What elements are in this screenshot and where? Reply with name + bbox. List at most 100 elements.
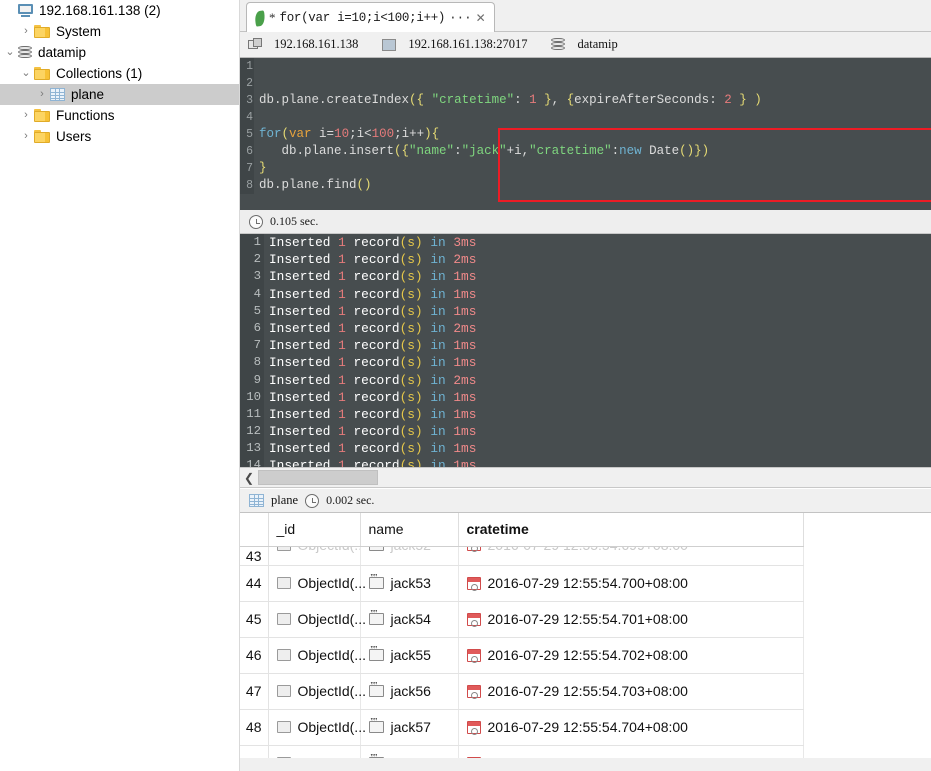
- string-type-icon: [368, 546, 384, 551]
- cell-value: jack52: [391, 546, 431, 553]
- output-token: [346, 458, 354, 467]
- close-icon[interactable]: ✕: [476, 11, 486, 25]
- output-line-text: Inserted 1 record(s) in 3ms: [264, 234, 476, 251]
- output-line-number: 8: [240, 354, 264, 372]
- table-cell-id[interactable]: ObjectId(...: [268, 601, 366, 638]
- table-cell-name[interactable]: jack57: [360, 709, 459, 746]
- output-token: (s): [399, 372, 423, 388]
- output-token: 2ms: [453, 372, 477, 388]
- tab-query-script[interactable]: * for(var i=10;i<100;i++) ··· ✕: [246, 2, 495, 33]
- output-token: record: [353, 355, 400, 371]
- horizontal-scrollbar[interactable]: ❮: [240, 467, 931, 488]
- scroll-left-icon[interactable]: ❮: [240, 471, 258, 485]
- cell-value: ObjectId(...: [297, 575, 366, 591]
- output-line: 11 Inserted 1 record(s) in 1ms: [240, 405, 931, 424]
- table-row[interactable]: 45 ObjectId(... jack54 2016-07-29 12:55:54.…: [240, 601, 804, 638]
- chevron-right-icon[interactable]: ›: [18, 110, 34, 121]
- code-token: ;i++: [394, 127, 425, 141]
- tree-item-plane[interactable]: › plane: [0, 84, 239, 105]
- tree-item-label: System: [56, 24, 102, 39]
- cell-value: jack54: [390, 611, 431, 627]
- connection-database-label[interactable]: datamip: [577, 37, 617, 52]
- editor-lines: 1 2 3 db.plane.createIndex({ "cratetime": 1…: [240, 58, 931, 194]
- table-cell-name[interactable]: jack55: [360, 637, 459, 674]
- code-token: ({: [409, 93, 425, 107]
- script-editor[interactable]: 1 2 3 db.plane.createIndex({ "cratetime": 1…: [240, 58, 931, 210]
- table-cell-name[interactable]: jack52: [360, 546, 459, 566]
- code-token: (: [281, 127, 290, 141]
- code-token: ,: [551, 93, 567, 107]
- output-token: (s): [399, 235, 423, 250]
- table-cell-id[interactable]: ObjectId(...: [268, 565, 366, 602]
- table-cell-id[interactable]: ObjectId(...: [268, 709, 366, 746]
- output-token: Inserted: [269, 406, 331, 422]
- output-token: 1: [338, 389, 346, 405]
- chevron-right-icon[interactable]: ›: [34, 89, 50, 100]
- result-collection-name: plane: [271, 493, 299, 507]
- output-token: record: [353, 320, 400, 336]
- chevron-down-icon[interactable]: ⌄: [18, 68, 34, 79]
- table-cell-cratetime[interactable]: 2016-07-29 12:55:54.702+08:00: [458, 637, 804, 674]
- tree-item-192-168-161-138-2[interactable]: 192.168.161.138 (2): [0, 0, 239, 21]
- table-header-id[interactable]: _id: [268, 513, 361, 547]
- table-row[interactable]: 48 ObjectId(... jack57 2016-07-29 12:55:54.…: [240, 709, 804, 746]
- connection-server-label[interactable]: 192.168.161.138: [274, 37, 358, 52]
- code-token: :: [611, 144, 620, 158]
- tree-item-label: Collections (1): [56, 66, 143, 81]
- output-token: [330, 269, 338, 284]
- editor-line-code: [254, 75, 259, 92]
- table-cell-id[interactable]: ObjectId(...: [268, 546, 361, 566]
- table-row[interactable]: 47 ObjectId(... jack56 2016-07-29 12:55:54.…: [240, 673, 804, 710]
- tree-item-functions[interactable]: › Functions: [0, 105, 239, 126]
- table-row[interactable]: 43 ObjectId(... jack52 2016-07-29 12:55:54.…: [240, 546, 804, 566]
- table-cell-cratetime[interactable]: 2016-07-29 12:55:54.699+08:00: [458, 546, 804, 566]
- output-line-text: Inserted 1 record(s) in 1ms: [264, 303, 476, 320]
- table-cell-id[interactable]: ObjectId(...: [268, 673, 366, 710]
- table-row[interactable]: 46 ObjectId(... jack55 2016-07-29 12:55:54.…: [240, 637, 804, 674]
- table-header-rownum[interactable]: [240, 513, 269, 547]
- tree-item-collections-1[interactable]: ⌄ Collections (1): [0, 63, 239, 84]
- connection-hostport-label[interactable]: 192.168.161.138:27017: [408, 37, 527, 52]
- editor-line: 3 db.plane.createIndex({ "cratetime": 1 }…: [240, 92, 931, 109]
- tree-item-system[interactable]: › System: [0, 21, 239, 42]
- output-console[interactable]: 1 Inserted 1 record(s) in 3ms 2 Inserted 1 …: [240, 234, 931, 467]
- table-cell-id[interactable]: ObjectId(...: [268, 637, 366, 674]
- chevron-right-icon[interactable]: ›: [18, 26, 34, 37]
- table-cell-cratetime[interactable]: 2016-07-29 12:55:54.704+08:00: [458, 709, 804, 746]
- output-line-number: 11: [240, 405, 264, 424]
- output-token: 1: [338, 424, 346, 440]
- table-header-name[interactable]: name: [360, 513, 459, 547]
- table-cell-name[interactable]: jack56: [360, 673, 459, 710]
- cell-value: ObjectId(...: [297, 683, 366, 699]
- editor-line-number: 2: [240, 75, 254, 92]
- table-cell-name[interactable]: jack54: [360, 601, 459, 638]
- tree-item-datamip[interactable]: ⌄ datamip: [0, 42, 239, 63]
- output-line-text: Inserted 1 record(s) in 1ms: [264, 286, 476, 303]
- chevron-right-icon[interactable]: ›: [18, 131, 34, 142]
- chevron-down-icon[interactable]: ⌄: [2, 47, 18, 58]
- output-line-text: Inserted 1 record(s) in 2ms: [264, 372, 476, 389]
- folder-icon: [34, 109, 50, 122]
- editor-line-code: [254, 58, 259, 75]
- code-token: db.plane.insert: [259, 144, 395, 158]
- output-line-text: Inserted 1 record(s) in 1ms: [264, 423, 476, 440]
- table-header-cratetime[interactable]: cratetime: [458, 513, 804, 547]
- cell-content: 2016-07-29 12:55:54.703+08:00: [466, 683, 802, 699]
- tree-item-users[interactable]: › Users: [0, 126, 239, 147]
- output-token: in: [430, 338, 446, 354]
- output-line-text: Inserted 1 record(s) in 1ms: [264, 389, 476, 406]
- output-token: [346, 321, 354, 336]
- tree-item-label: datamip: [38, 45, 87, 60]
- table-row[interactable]: 44 ObjectId(... jack53 2016-07-29 12:55:54.…: [240, 565, 804, 602]
- table-cell-cratetime[interactable]: 2016-07-29 12:55:54.701+08:00: [458, 601, 804, 638]
- result-table-container[interactable]: _id name cratetime 43 ObjectId(... jack52 2…: [240, 513, 931, 771]
- output-token: in: [430, 269, 446, 285]
- table-cell-name[interactable]: jack53: [360, 565, 459, 602]
- table-cell-cratetime[interactable]: 2016-07-29 12:55:54.703+08:00: [458, 673, 804, 710]
- scrollbar-thumb[interactable]: [258, 470, 378, 485]
- cell-value: 2016-07-29 12:55:54.704+08:00: [487, 719, 688, 735]
- output-token: record: [353, 424, 400, 440]
- output-token: [330, 304, 338, 319]
- table-cell-cratetime[interactable]: 2016-07-29 12:55:54.700+08:00: [458, 565, 804, 602]
- cell-content: 2016-07-29 12:55:54.704+08:00: [466, 719, 802, 735]
